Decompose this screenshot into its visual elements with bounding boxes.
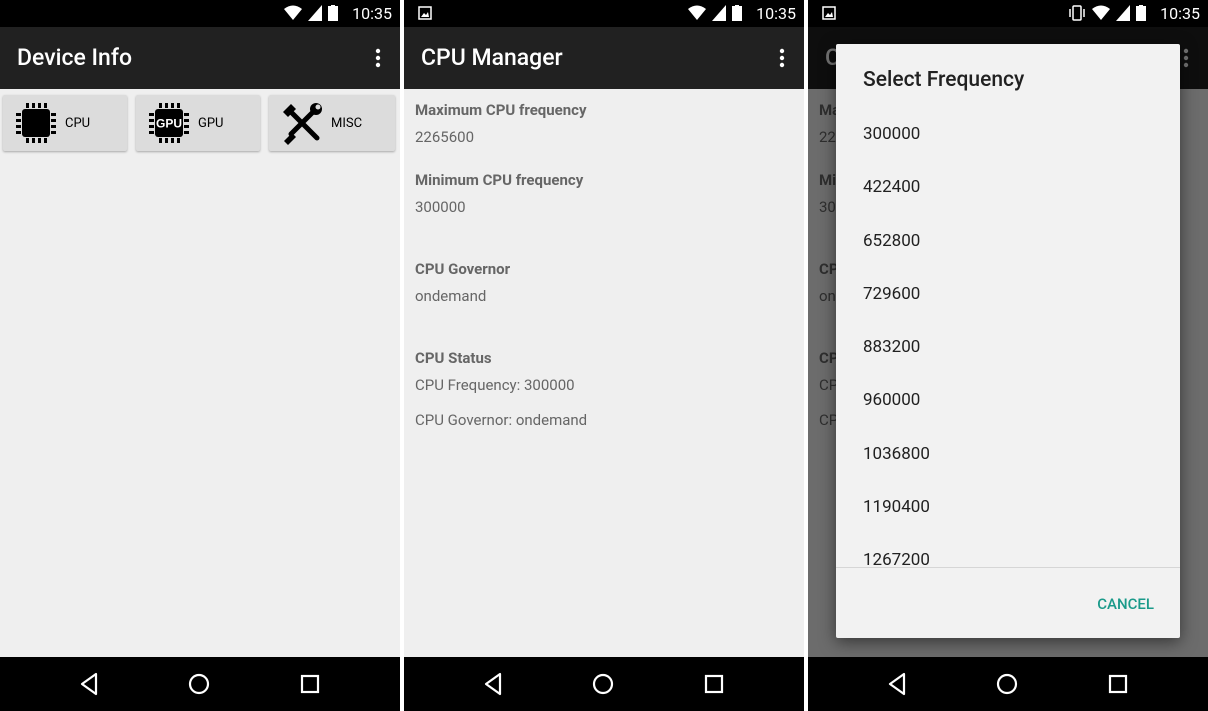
overflow-menu-icon[interactable] [778,47,786,69]
image-notification-icon [822,6,836,20]
min-frequency-label: Minimum CPU frequency [415,171,584,189]
phone-device-info: 10:35 Device Info CPU GPU GPU MISC [0,0,400,711]
misc-button-label: MISC [331,115,363,131]
cpu-button-label: CPU [65,115,91,131]
gpu-button-label: GPU [198,115,224,131]
home-icon[interactable] [994,671,1020,697]
main-content: Maximum CPU frequency 2265600 Minimum CP… [404,89,804,657]
governor-section[interactable]: CPU Governor ondemand [415,260,510,305]
governor-label: CPU Governor [415,260,511,278]
cancel-button[interactable]: CANCEL [1097,595,1154,613]
dialog-title: Select Frequency [863,68,1025,92]
recents-icon[interactable] [297,671,323,697]
back-icon[interactable] [884,671,910,697]
status-bar: 10:35 [404,0,804,27]
governor-value: ondemand [415,287,487,305]
max-frequency-section[interactable]: Maximum CPU frequency 2265600 [415,101,587,146]
max-frequency-value: 2265600 [415,128,475,146]
gpu-chip-text: GPU [156,117,182,131]
dialog-divider [836,567,1180,568]
status-icons [688,5,742,21]
wifi-icon [284,5,302,20]
status-time: 10:35 [756,4,796,23]
back-icon[interactable] [480,671,506,697]
status-bar: 10:35 [808,0,1208,27]
status-time: 10:35 [1160,4,1200,23]
back-icon[interactable] [76,671,102,697]
signal-icon [712,5,726,21]
frequency-option[interactable]: 1036800 [836,428,1180,481]
frequency-option[interactable]: 300000 [836,108,1180,161]
status-bar: 10:35 [0,0,400,27]
navigation-bar [404,657,804,711]
signal-icon [1116,5,1130,21]
frequency-list[interactable]: 300000 422400 652800 729600 883200 96000… [836,108,1180,566]
min-frequency-value: 300000 [415,198,466,216]
status-time: 10:35 [352,4,392,23]
recents-icon[interactable] [701,671,727,697]
vibrate-icon [1069,5,1085,21]
app-bar: CPU Manager [404,27,804,89]
overflow-menu-icon[interactable] [374,47,382,69]
page-title: Device Info [17,44,132,71]
frequency-option[interactable]: 422400 [836,161,1180,214]
page-title: CPU Manager [421,44,563,71]
cpu-chip-icon [16,103,56,143]
home-icon[interactable] [590,671,616,697]
phone-select-frequency: 10:35 CPU Manager Maximum CPU frequency … [808,0,1208,711]
wifi-icon [688,5,706,20]
frequency-option[interactable]: 1267200 [836,534,1180,566]
min-frequency-section[interactable]: Minimum CPU frequency 300000 [415,171,583,216]
frequency-option[interactable]: 960000 [836,374,1180,427]
home-icon[interactable] [186,671,212,697]
tools-icon [283,103,322,145]
frequency-option[interactable]: 1190400 [836,481,1180,534]
gpu-button[interactable]: GPU GPU [136,95,260,151]
gpu-chip-icon: GPU [149,103,189,143]
image-notification-icon [418,6,432,20]
status-frequency: CPU Frequency: 300000 [415,376,575,394]
frequency-option[interactable]: 652800 [836,215,1180,268]
frequency-option[interactable]: 883200 [836,321,1180,374]
navigation-bar [0,657,400,711]
navigation-bar [808,657,1208,711]
status-icons [284,5,338,21]
frequency-option[interactable]: 729600 [836,268,1180,321]
misc-button[interactable]: MISC [269,95,395,151]
battery-icon [732,5,742,21]
status-governor: CPU Governor: ondemand [415,411,588,429]
recents-icon[interactable] [1105,671,1131,697]
battery-icon [328,5,338,21]
phone-cpu-manager: 10:35 CPU Manager Maximum CPU frequency … [404,0,804,711]
status-label: CPU Status [415,349,492,367]
max-frequency-label: Maximum CPU frequency [415,101,587,119]
cpu-button[interactable]: CPU [3,95,127,151]
status-section: CPU Status CPU Frequency: 300000 CPU Gov… [415,349,587,429]
battery-icon [1136,5,1146,21]
app-bar: Device Info [0,27,400,89]
select-frequency-dialog: Select Frequency 300000 422400 652800 72… [836,44,1180,638]
wifi-icon [1092,5,1110,20]
signal-icon [308,5,322,21]
status-icons [1068,5,1146,21]
